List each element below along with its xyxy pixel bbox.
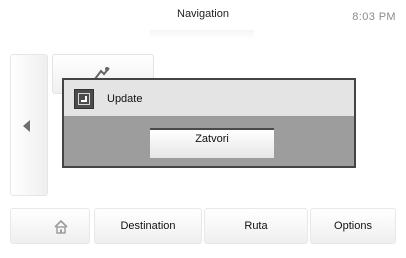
update-dialog: Update Zatvori xyxy=(62,78,356,168)
page-title: Navigation xyxy=(177,8,229,20)
chevron-left-icon xyxy=(23,120,30,132)
tab-home[interactable] xyxy=(10,208,90,244)
clock: 8:03 PM xyxy=(352,11,396,23)
update-icon xyxy=(74,89,94,109)
dialog-body: Zatvori xyxy=(64,117,354,166)
close-button[interactable]: Zatvori xyxy=(150,128,274,158)
title-underline xyxy=(150,30,254,40)
tab-options[interactable]: Options xyxy=(310,208,396,244)
home-icon xyxy=(54,220,68,234)
dialog-header: Update xyxy=(64,80,354,117)
previous-button[interactable] xyxy=(10,54,48,196)
tab-destination[interactable]: Destination xyxy=(94,208,202,244)
bottom-tab-bar: Destination Ruta Options xyxy=(10,208,396,244)
tab-ruta[interactable]: Ruta xyxy=(204,208,308,244)
dialog-title: Update xyxy=(107,93,143,105)
